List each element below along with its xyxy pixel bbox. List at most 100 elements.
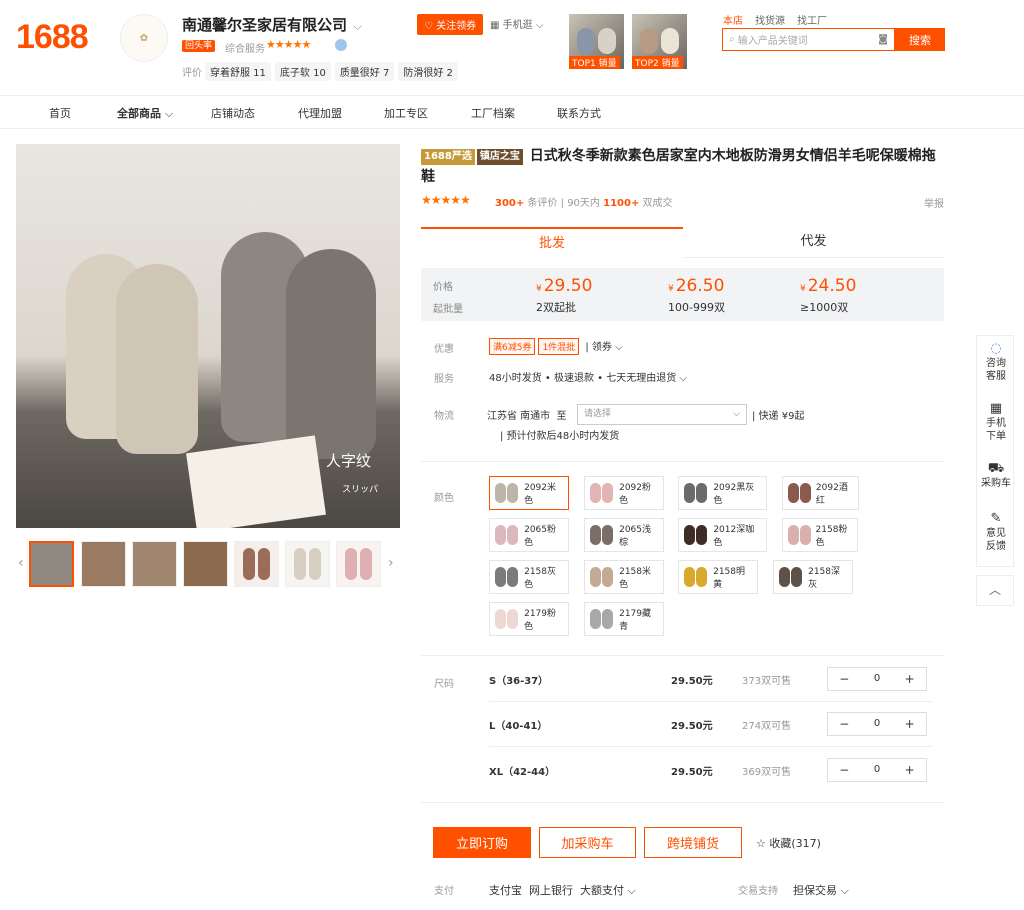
add-to-cart-button[interactable]: 加采购车 bbox=[539, 827, 636, 858]
shop-avatar[interactable]: ✿ bbox=[120, 14, 168, 62]
divider bbox=[489, 746, 933, 747]
chevron-down-icon: ⌵ bbox=[164, 107, 174, 120]
color-option[interactable]: 2179藏青 bbox=[584, 602, 664, 636]
search-tab-shop[interactable]: 本店 bbox=[723, 12, 743, 27]
color-option[interactable]: 2092粉色 bbox=[584, 476, 664, 510]
sidebar-item-cart[interactable]: ⛟ 采购车 bbox=[977, 462, 1015, 490]
color-option[interactable]: 2179粉色 bbox=[489, 602, 569, 636]
slipper-image bbox=[598, 28, 616, 54]
mix-tag[interactable]: 1件混批 bbox=[538, 338, 580, 355]
camera-icon[interactable]: ◙ bbox=[878, 34, 888, 45]
size-stock: 274双可售 bbox=[742, 721, 792, 732]
shop-name[interactable]: 南通馨尔圣家居有限公司 ⌵ bbox=[182, 14, 362, 35]
favorite-label: 收藏(317) bbox=[769, 837, 821, 850]
thumbnail[interactable] bbox=[285, 541, 330, 587]
follow-shop-button[interactable]: ♡ 关注领券 bbox=[417, 14, 484, 35]
chevron-left-icon[interactable]: ‹ bbox=[18, 555, 24, 571]
nav-all-products[interactable]: 全部商品 ⌵ bbox=[117, 105, 173, 121]
top-product-caption: TOP2 销量 bbox=[632, 56, 683, 69]
color-option[interactable]: 2092黑灰色 bbox=[678, 476, 767, 510]
color-name: 2158深灰 bbox=[808, 567, 840, 590]
minus-icon[interactable]: − bbox=[828, 668, 861, 690]
thumbnail[interactable] bbox=[336, 541, 381, 587]
color-name: 2179藏青 bbox=[619, 609, 651, 632]
service-text: 48小时发货 • 极速退款 • 七天无理由退货 bbox=[489, 373, 677, 384]
plus-icon[interactable]: + bbox=[893, 759, 926, 781]
color-option[interactable]: 2158明黄 bbox=[678, 560, 758, 594]
chevron-down-icon[interactable]: ⌵ bbox=[353, 19, 362, 33]
review-tag[interactable]: 防滑很好 2 bbox=[398, 62, 458, 81]
color-option[interactable]: 2012深咖色 bbox=[678, 518, 767, 552]
size-name: XL（42-44） bbox=[489, 767, 556, 778]
size-name: S（36-37） bbox=[489, 676, 549, 687]
minus-icon[interactable]: − bbox=[828, 759, 861, 781]
color-option[interactable]: 2158粉色 bbox=[782, 518, 858, 552]
top-product-1[interactable]: TOP1 销量 bbox=[569, 14, 624, 69]
sidebar-item-service[interactable]: ◌ 咨询客服 bbox=[977, 342, 1015, 383]
nav-news[interactable]: 店铺动态 bbox=[211, 105, 255, 121]
quantity-value[interactable]: 0 bbox=[861, 713, 894, 735]
thumbnail[interactable] bbox=[234, 541, 279, 587]
top-product-2[interactable]: TOP2 销量 bbox=[632, 14, 687, 69]
color-option[interactable]: 2158灰色 bbox=[489, 560, 569, 594]
thumbnail[interactable] bbox=[132, 541, 177, 587]
service-label: 服务 bbox=[434, 374, 454, 385]
buy-now-button[interactable]: 立即订购 bbox=[433, 827, 531, 858]
color-option[interactable]: 2065浅棕 bbox=[584, 518, 664, 552]
destination-select[interactable]: 请选择 ⌵ bbox=[577, 404, 747, 425]
quantity-value[interactable]: 0 bbox=[861, 759, 894, 781]
service-info[interactable]: 48小时发货 • 极速退款 • 七天无理由退货 ⌵ bbox=[489, 369, 687, 384]
color-option[interactable]: 2158米色 bbox=[584, 560, 664, 594]
nav-contact[interactable]: 联系方式 bbox=[557, 105, 601, 121]
edit-icon: ✎ bbox=[990, 511, 1002, 526]
nav-factory[interactable]: 工厂档案 bbox=[471, 105, 515, 121]
nav-processing[interactable]: 加工专区 bbox=[384, 105, 428, 121]
size-price: 29.50元 bbox=[671, 767, 713, 778]
tab-dropship[interactable]: 代发 bbox=[683, 227, 944, 258]
thumbnail[interactable] bbox=[29, 541, 74, 587]
sidebar-item-mobile[interactable]: ▦ 手机下单 bbox=[977, 402, 1015, 443]
product-stats[interactable]: 300+ 条评价 | 90天内 1100+ 双成交 bbox=[495, 194, 673, 209]
coupon-tag[interactable]: 满6减5券 bbox=[489, 338, 536, 355]
thumbnail[interactable] bbox=[183, 541, 228, 587]
back-to-top-button[interactable]: ︿ bbox=[976, 575, 1014, 606]
get-coupon-link[interactable]: 领券 bbox=[592, 342, 612, 353]
site-logo[interactable]: 1688 bbox=[16, 18, 89, 57]
search-tab-source[interactable]: 找货源 bbox=[755, 12, 785, 27]
trade-support[interactable]: 担保交易 ⌵ bbox=[793, 882, 849, 898]
phone-browse-link[interactable]: ▦ 手机逛 ⌵ bbox=[490, 16, 543, 31]
thumbnail[interactable] bbox=[81, 541, 126, 587]
slipper-image bbox=[640, 28, 658, 54]
tier-qty: ≥1000双 bbox=[800, 301, 849, 314]
main-product-image[interactable]: 人字纹 スリッパ bbox=[16, 144, 400, 528]
color-option[interactable]: 2065粉色 bbox=[489, 518, 569, 552]
tab-wholesale[interactable]: 批发 bbox=[421, 227, 683, 258]
nav-home[interactable]: 首页 bbox=[49, 105, 71, 121]
search-button[interactable]: 搜索 bbox=[895, 28, 945, 51]
color-option[interactable]: 2092酒红 bbox=[782, 476, 859, 510]
minus-icon[interactable]: − bbox=[828, 713, 861, 735]
quantity-value[interactable]: 0 bbox=[861, 668, 894, 690]
favorite-button[interactable]: ☆ 收藏(317) bbox=[756, 835, 821, 851]
review-tag[interactable]: 质量很好 7 bbox=[334, 62, 395, 81]
plus-icon[interactable]: + bbox=[893, 668, 926, 690]
cross-border-button[interactable]: 跨境铺货 bbox=[644, 827, 742, 858]
size-label: 尺码 bbox=[434, 679, 454, 690]
review-tag[interactable]: 底子软 10 bbox=[274, 62, 331, 81]
nav-agent[interactable]: 代理加盟 bbox=[298, 105, 342, 121]
chevron-right-icon[interactable]: › bbox=[388, 555, 394, 571]
search-input[interactable]: ⌕ 输入产品关键词 ◙ bbox=[722, 28, 895, 51]
shop-name-text: 南通馨尔圣家居有限公司 bbox=[182, 16, 348, 34]
slipper-image bbox=[661, 28, 679, 54]
plus-icon[interactable]: + bbox=[893, 713, 926, 735]
report-link[interactable]: 举报 bbox=[924, 195, 944, 210]
sidebar-item-feedback[interactable]: ✎ 意见反馈 bbox=[977, 512, 1015, 553]
color-label: 颜色 bbox=[434, 493, 454, 504]
search-tab-factory[interactable]: 找工厂 bbox=[797, 12, 827, 27]
color-option[interactable]: 2092米色 bbox=[489, 476, 569, 510]
color-option[interactable]: 2158深灰 bbox=[773, 560, 853, 594]
sold-count: 1100+ bbox=[603, 198, 640, 209]
payment-methods[interactable]: 支付宝 网上银行 大额支付 ⌵ bbox=[489, 882, 636, 898]
review-tag[interactable]: 穿着舒服 11 bbox=[205, 62, 271, 81]
currency: ¥ bbox=[800, 284, 806, 294]
